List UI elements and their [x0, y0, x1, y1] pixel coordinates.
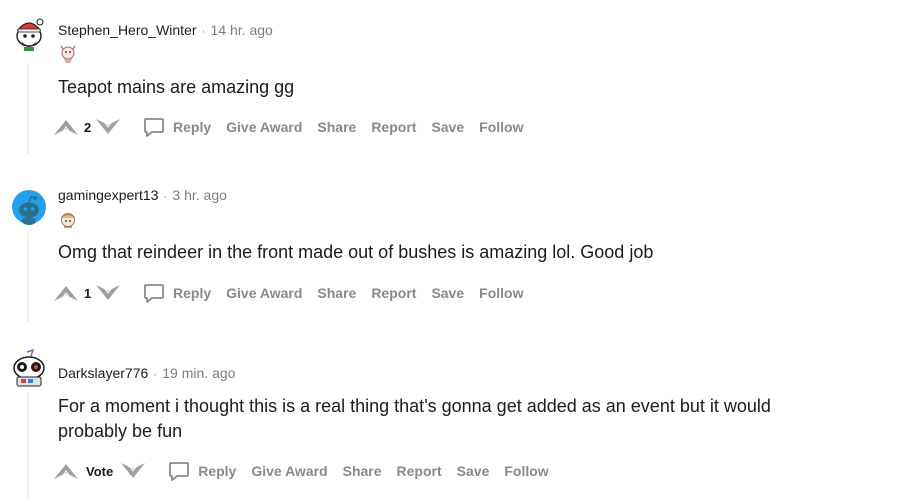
- comment-body: For a moment i thought this is a real th…: [58, 396, 771, 441]
- speech-bubble-icon: [144, 118, 164, 137]
- comment-action-bar: 1 Reply Give Award Share Report Save Fol…: [52, 279, 538, 307]
- share-button[interactable]: Share: [343, 463, 382, 479]
- thread-line[interactable]: [27, 64, 29, 154]
- share-button[interactable]: Share: [317, 119, 356, 135]
- follow-button[interactable]: Follow: [479, 119, 523, 135]
- downvote-arrow-icon[interactable]: [94, 281, 122, 305]
- username-link[interactable]: Darkslayer776: [58, 365, 148, 381]
- user-avatar[interactable]: [9, 348, 49, 388]
- user-flair-icon: [58, 44, 78, 64]
- reply-button[interactable]: Reply: [147, 459, 236, 483]
- report-button[interactable]: Report: [371, 119, 416, 135]
- report-button[interactable]: Report: [371, 285, 416, 301]
- timestamp[interactable]: 19 min. ago: [162, 365, 235, 381]
- save-button[interactable]: Save: [431, 285, 464, 301]
- share-button[interactable]: Share: [317, 285, 356, 301]
- vote-label: Vote: [86, 463, 114, 479]
- username-link[interactable]: gamingexpert13: [58, 187, 158, 203]
- snoo-santa-avatar-icon: [16, 18, 44, 51]
- separator-dot: ·: [201, 24, 206, 38]
- upvote-arrow-icon[interactable]: [52, 115, 80, 139]
- reply-label: Reply: [198, 463, 237, 479]
- comment-meta: gamingexpert13 · 3 hr. ago: [58, 186, 227, 205]
- user-avatar[interactable]: [11, 16, 47, 52]
- vote-count: 1: [84, 285, 92, 301]
- reply-label: Reply: [173, 285, 212, 301]
- upvote-arrow-icon[interactable]: [52, 281, 80, 305]
- upvote-arrow-icon[interactable]: [52, 459, 80, 483]
- save-button[interactable]: Save: [431, 119, 464, 135]
- give-award-button[interactable]: Give Award: [226, 285, 302, 301]
- timestamp[interactable]: 3 hr. ago: [172, 187, 227, 203]
- thread-line[interactable]: [27, 232, 29, 322]
- follow-button[interactable]: Follow: [479, 285, 523, 301]
- comment-meta: Stephen_Hero_Winter · 14 hr. ago: [58, 21, 273, 40]
- downvote-arrow-icon[interactable]: [94, 115, 122, 139]
- speech-bubble-icon: [169, 462, 190, 481]
- timestamp[interactable]: 14 hr. ago: [211, 22, 273, 38]
- comment-body: Omg that reindeer in the front made out …: [58, 242, 654, 262]
- thread-line[interactable]: [27, 392, 29, 499]
- comment-action-bar: 2 Reply Give Award Share Report Save Fol…: [52, 113, 538, 141]
- user-flair-icon: [58, 210, 78, 230]
- snoo-default-avatar-icon: [12, 190, 46, 225]
- reply-button[interactable]: Reply: [122, 115, 211, 139]
- downvote-arrow-icon[interactable]: [119, 459, 147, 483]
- give-award-button[interactable]: Give Award: [251, 463, 327, 479]
- comment-body: Teapot mains are amazing gg: [58, 77, 295, 97]
- separator-dot: ·: [163, 189, 168, 203]
- separator-dot: ·: [153, 367, 158, 381]
- user-avatar[interactable]: [11, 189, 47, 225]
- snoo-robot-avatar-icon: [13, 348, 45, 387]
- follow-button[interactable]: Follow: [504, 463, 548, 479]
- username-link[interactable]: Stephen_Hero_Winter: [58, 22, 197, 38]
- reply-button[interactable]: Reply: [122, 281, 211, 305]
- comment-action-bar: Vote Reply Give Award Share Report Save …: [52, 457, 564, 485]
- vote-count: 2: [84, 119, 92, 135]
- comment-meta: Darkslayer776 · 19 min. ago: [58, 364, 235, 383]
- report-button[interactable]: Report: [397, 463, 442, 479]
- save-button[interactable]: Save: [457, 463, 490, 479]
- speech-bubble-icon: [144, 284, 164, 303]
- reply-label: Reply: [173, 119, 212, 135]
- give-award-button[interactable]: Give Award: [226, 119, 302, 135]
